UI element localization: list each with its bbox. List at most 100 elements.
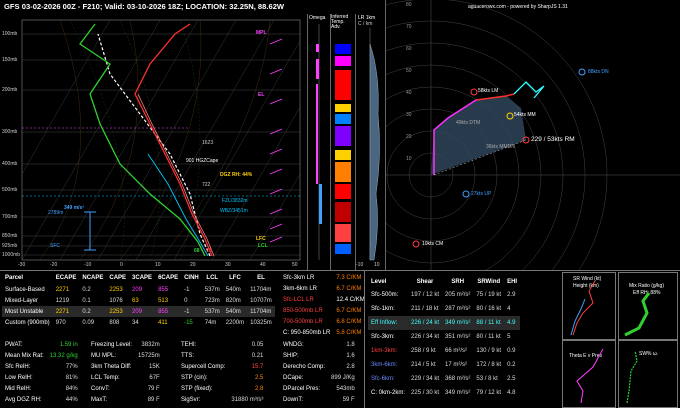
- pressure-label-500: 500mb: [2, 187, 18, 193]
- ring-40: 40: [406, 90, 412, 96]
- sfc-label: SFC: [50, 243, 60, 249]
- col-srwind: SRWind: [477, 279, 501, 285]
- table-row: Freezing Level: 3832m: [91, 341, 160, 348]
- table-row: 850-500mb LR 6.7 C/KM: [283, 307, 362, 314]
- theta-e-panel: Theta E v Pres: [562, 340, 616, 408]
- divider: [364, 270, 365, 408]
- table-row: 3km-6km: 214 / 5 kt 17 m²/s² 172 / 8 kt 0.2: [371, 362, 516, 368]
- col-parcel: Parcel: [5, 275, 24, 281]
- col-ehi: EHI: [507, 279, 518, 285]
- wbz-label: WBZ/3451m: [220, 208, 248, 214]
- table-row: Surface-Based 2271 0.2 2253 209 855 -1 5…: [5, 286, 272, 293]
- table-row: DCape: 899 J/Kg: [283, 374, 355, 381]
- omega-panel: Omega: [307, 14, 330, 270]
- table-row: Avg DGZ RH: 44%: [5, 396, 78, 403]
- height-2789-label: 2789m: [48, 210, 64, 216]
- mpl-label: MPL: [256, 30, 267, 36]
- lcl-label: LCL: [258, 243, 268, 249]
- col-lcl: LCL: [206, 275, 219, 281]
- table-row: STP (cin): 2.5: [181, 374, 264, 381]
- table-row: 1km-3km: 258 / 9 kt 66 m²/s² 130 / 9 kt 0.9: [371, 348, 516, 354]
- col-el: EL: [257, 275, 265, 281]
- table-row: SHIP: 1.6: [283, 352, 355, 359]
- pressure-label-850: 850mb: [2, 233, 18, 239]
- temp-tick-10: 10: [155, 262, 161, 268]
- table-row: Supercell Comp: 15.7: [181, 363, 264, 370]
- col-lfc: LFC: [229, 275, 241, 281]
- temp-tick-30: 30: [225, 262, 231, 268]
- temp-tick--10: -10: [84, 262, 92, 268]
- table-row: TTS: 0.21: [181, 352, 264, 359]
- divider: [0, 270, 680, 271]
- skewt-panel: [0, 14, 305, 270]
- swpct-panel: SW% ω.: [618, 340, 678, 408]
- col-cape: CAPE: [109, 275, 127, 281]
- hgz-cape-label: 901 HGZCape: [186, 158, 219, 164]
- ring-50: 50: [406, 68, 412, 74]
- dtm-label: 49kts DTM: [456, 120, 481, 126]
- table-row: Low RelH: 81%: [5, 374, 78, 381]
- index-table-4: WNDG: 1.8 SHIP: 1.6 Derecho Comp: 2.8 DCape…: [280, 339, 358, 405]
- col-srh: SRH: [451, 279, 465, 285]
- table-row: DParcel Pres: 543mb: [283, 385, 355, 392]
- pressure-label-700: 700mb: [2, 214, 18, 220]
- col-ncape: NCAPE: [82, 275, 104, 281]
- p722-label: 722: [202, 182, 211, 188]
- table-row: LCL Temp: 67F: [91, 374, 160, 381]
- temp-tick--20: -20: [50, 262, 58, 268]
- table-row: MaxT: 89 F: [91, 396, 160, 403]
- mmdn-label: 36kts MMDN: [486, 144, 515, 150]
- table-row: Sfc-3km LR 7.3 C/KM: [283, 274, 362, 281]
- right-mover-label: 229 / 53kts RM: [531, 136, 575, 143]
- lapse-rate-panel: LR 1km C / km -10 10: [355, 14, 384, 270]
- col-ecape: ECAPE: [55, 275, 77, 281]
- table-row: Mixed-Layer 1219 0.1 1076 63 513 0 723m …: [5, 297, 272, 304]
- left-mover-label: 58kts LM: [478, 88, 499, 94]
- ring-30: 30: [406, 112, 412, 118]
- table-row: STP (fixed): 2.8: [181, 385, 264, 392]
- table-row: Sfc-LCL LR 12.4 C/KM: [283, 296, 365, 303]
- table-row: 3km-6km LR 6.7 C/KM: [283, 285, 362, 292]
- pressure-label-150: 150mb: [2, 57, 18, 63]
- pressure-label-925: 925mb: [2, 243, 18, 249]
- hodograph-panel: aguacerowx.com - powered by SharpJS 1.31…: [385, 0, 680, 270]
- sr-wind-panel: SR Wind (kt) Height (km): [562, 272, 616, 340]
- temp-tick--30: -30: [18, 262, 26, 268]
- table-row: C: 950-850mb LR 5.8 C/KM: [283, 329, 362, 336]
- table-row: DownT: 59 F: [283, 396, 355, 403]
- parcel-table: Parcel ECAPE NCAPE CAPE 3CAPE 6CAPE CINH…: [2, 272, 275, 328]
- col-3cape: 3CAPE: [132, 275, 153, 281]
- table-row: Sfc-1km: 211 / 18 kt 287 m²/s² 80 / 16 kt 4: [371, 306, 511, 312]
- lfc-label: LFC: [256, 236, 266, 242]
- dgz-rh-label: DGZ RH: 44%: [220, 172, 253, 178]
- table-row: C: 0km-2km: 225 / 30 kt 349 m²/s² 79 / 12 k…: [371, 390, 516, 396]
- sfc-temp-value: 71: [206, 248, 212, 254]
- ring-20: 20: [406, 134, 412, 140]
- table-row: MU MPL: 15725m: [91, 352, 160, 359]
- table-row: WNDG: 1.8: [283, 341, 355, 348]
- pressure-label-1000: 1000mb: [2, 252, 21, 258]
- table-row: Eff Inflow: 226 / 24 kt 349 m²/s² 88 / 11 k…: [368, 316, 521, 330]
- col-cinh: CINH: [184, 275, 199, 281]
- eff-inflow-value: 349 m/s²: [64, 205, 85, 211]
- index-table-2: Freezing Level: 3832m MU MPL: 15725m 3km T…: [88, 339, 163, 405]
- table-row: Most Unstable 2271 0.2 2253 209 855 -1 5…: [2, 306, 275, 317]
- corfidi-label: 10kts CM: [422, 241, 444, 247]
- pressure-label-100: 100mb: [2, 31, 18, 37]
- p1623-label: 1623: [202, 140, 214, 146]
- table-row: Sfc-500m: 197 / 12 kt 205 m²/s² 75 / 19 kt 2…: [371, 292, 516, 298]
- skewt-diagram: [21, 19, 301, 261]
- index-table-1: PWAT: 1.59 in Mean Mix Rat: 13.32 g/kg Sfc…: [2, 339, 81, 405]
- col-level: Level: [371, 279, 387, 285]
- table-row: 3km Theta Diff: 15K: [91, 363, 160, 370]
- mean-motion-label: 54kts MM: [514, 112, 536, 118]
- temp-tick-20: 20: [190, 262, 196, 268]
- el-label: EL: [258, 92, 265, 98]
- table-row: Custom (900mb) 970 0.09 808 34 411 -15 7…: [5, 319, 272, 326]
- mix-ratio-panel: Mix Ratio (g/kg) Eff RH: 88%: [618, 272, 678, 340]
- table-row: Derecho Comp: 2.8: [283, 363, 355, 370]
- hodograph-chart: [386, 0, 680, 270]
- ring-70: 70: [406, 24, 412, 30]
- table-row: Mid RelH: 84%: [5, 385, 78, 392]
- fzl-label: FZL/3832m: [222, 198, 248, 204]
